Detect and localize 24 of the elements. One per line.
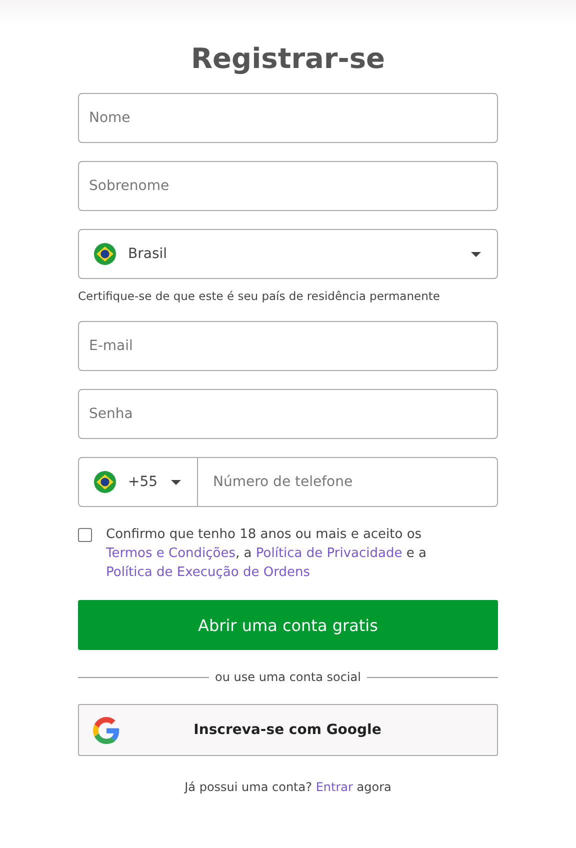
- flag-icon: [94, 471, 116, 493]
- divider-text: ou use uma conta social: [215, 670, 361, 684]
- helper-text: Certifique-se de que este é seu país de residência permanente: [78, 289, 441, 303]
- checkbox[interactable]: [78, 528, 92, 542]
- country-code-select[interactable]: +55: [78, 457, 198, 507]
- google-icon: [93, 716, 120, 744]
- submit-button[interactable]: Abrir uma conta gratis: [78, 600, 498, 650]
- caret-icon: [171, 480, 181, 484]
- phone-input-field[interactable]: Número de telefone: [198, 457, 498, 507]
- flag-icon: [94, 243, 116, 265]
- input-field[interactable]: Sobrenome: [78, 161, 498, 211]
- caret-icon: [471, 252, 481, 256]
- google-button[interactable]: Inscreva-se com Google: [78, 704, 498, 756]
- input-field[interactable]: E-mail: [78, 321, 498, 371]
- link[interactable]: Termos e Condições: [106, 546, 236, 561]
- login-prompt: Já possui uma conta? Entrar agora: [183, 780, 392, 794]
- link[interactable]: Política de Privacidade: [256, 546, 402, 561]
- consent-text: Confirmo que tenho 18 anos ou mais e aceito os Termos e Condições, a Política de Privacidade e a Política de Execução de Ordens: [106, 526, 428, 582]
- page-title: Registrar-se: [190, 42, 386, 75]
- link[interactable]: Política de Execução de Ordens: [106, 565, 310, 580]
- input-field[interactable]: Senha: [78, 389, 498, 439]
- input-field[interactable]: Nome: [78, 93, 498, 143]
- login-link[interactable]: Entrar: [316, 780, 353, 794]
- country-select[interactable]: Brasil: [78, 229, 498, 279]
